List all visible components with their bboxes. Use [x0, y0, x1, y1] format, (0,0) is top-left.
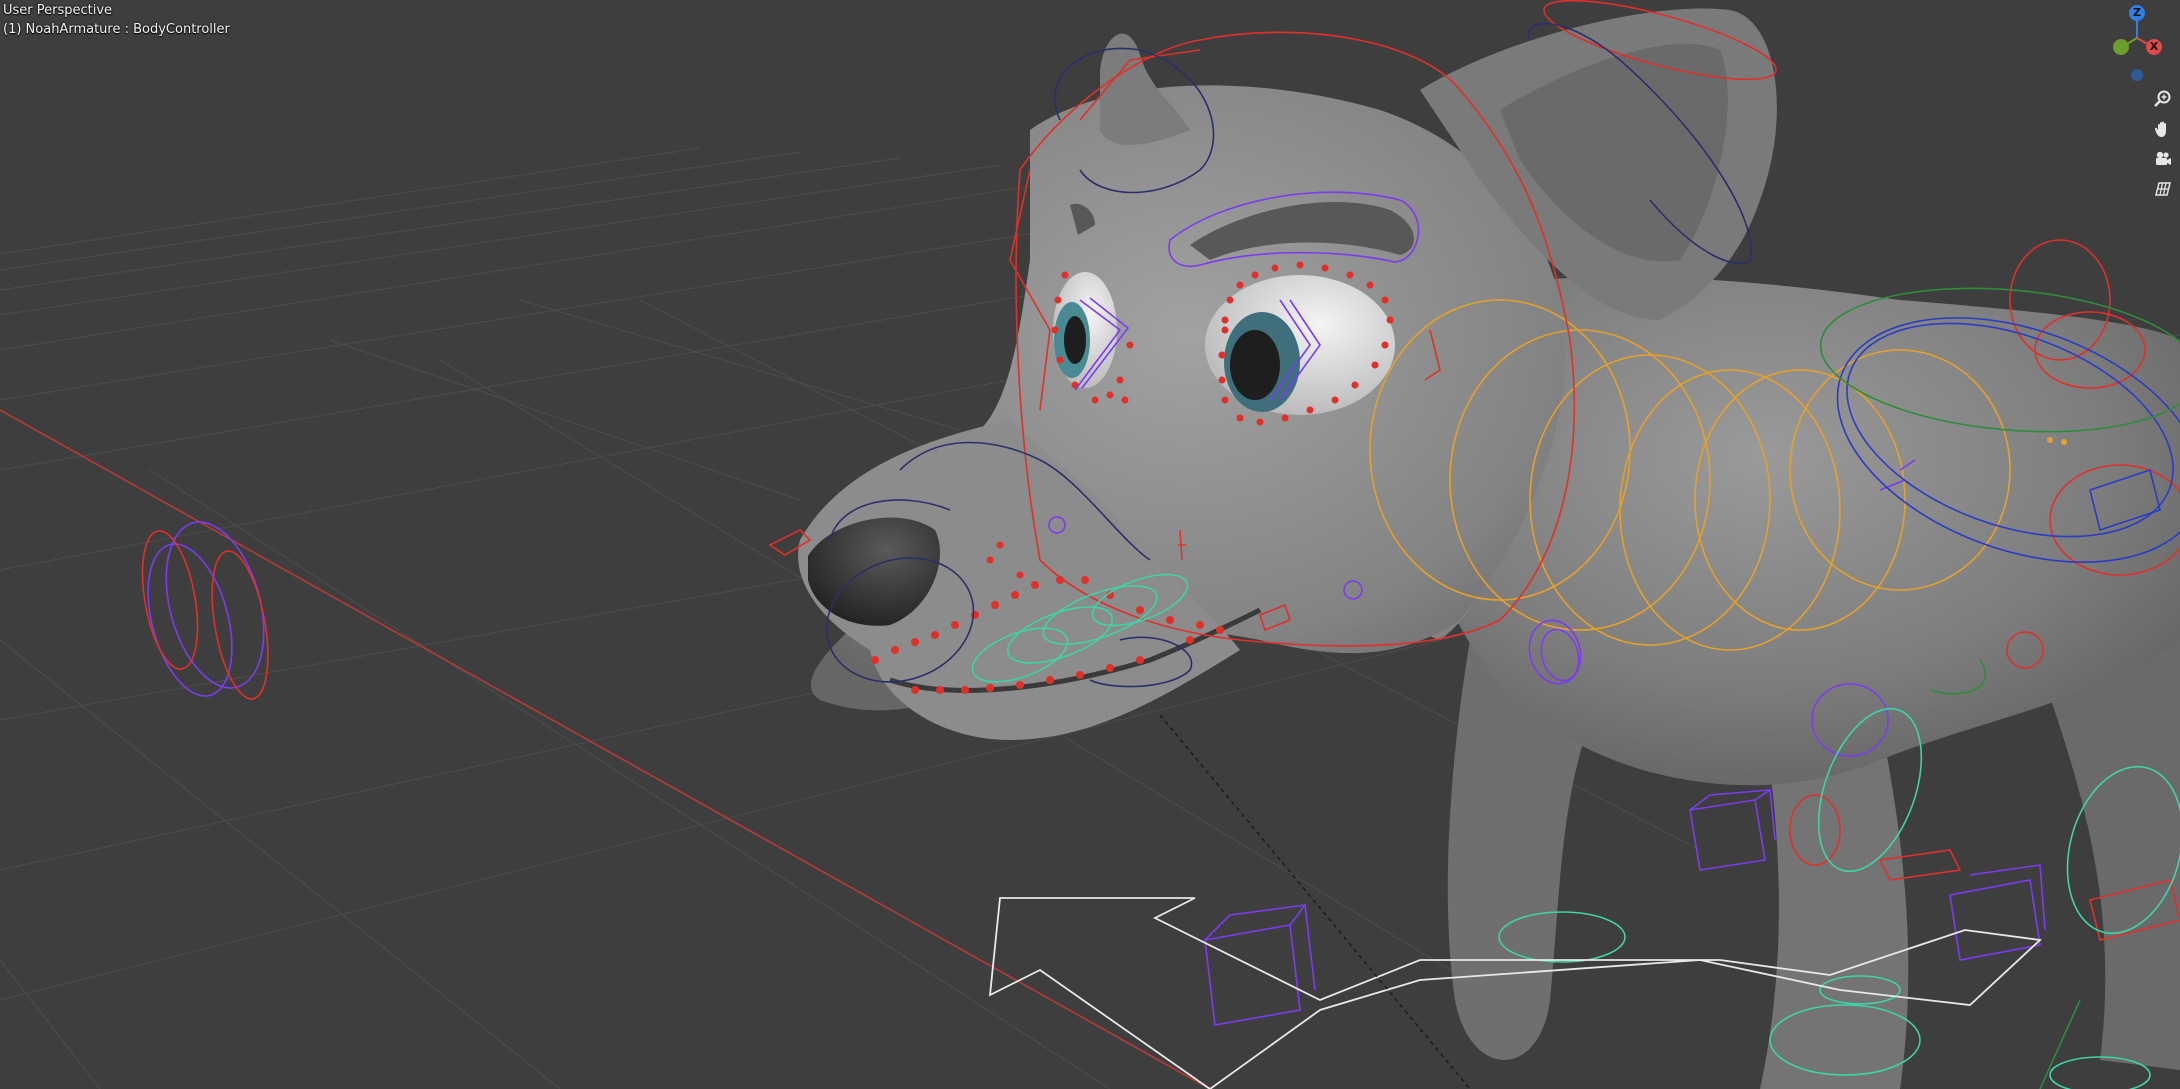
y-axis-ball[interactable] — [2113, 39, 2129, 55]
ortho-toggle-button[interactable] — [2150, 176, 2176, 202]
zoom-icon — [2154, 90, 2171, 107]
camera-icon — [2156, 151, 2171, 165]
pan-button[interactable] — [2150, 116, 2176, 142]
view-name-label: User Perspective — [3, 3, 113, 18]
zoom-button[interactable] — [2150, 86, 2176, 112]
grid-icon — [2155, 182, 2171, 196]
x-axis-ball[interactable]: X — [2146, 39, 2162, 55]
scene-canvas[interactable] — [0, 0, 2180, 1089]
dog-mesh — [798, 8, 2180, 1089]
camera-view-button[interactable] — [2150, 146, 2176, 172]
3d-viewport[interactable]: User Perspective (1) NoahArmature : Body… — [0, 0, 2180, 1089]
active-object-label: (1) NoahArmature : BodyController — [3, 22, 230, 37]
navigation-gizmo[interactable]: Z X — [2090, 0, 2180, 90]
z-axis-ball[interactable]: Z — [2129, 5, 2145, 21]
parent-relation-line — [1159, 714, 1471, 1089]
navigation-tools — [2150, 86, 2178, 206]
hand-icon — [2154, 121, 2166, 137]
